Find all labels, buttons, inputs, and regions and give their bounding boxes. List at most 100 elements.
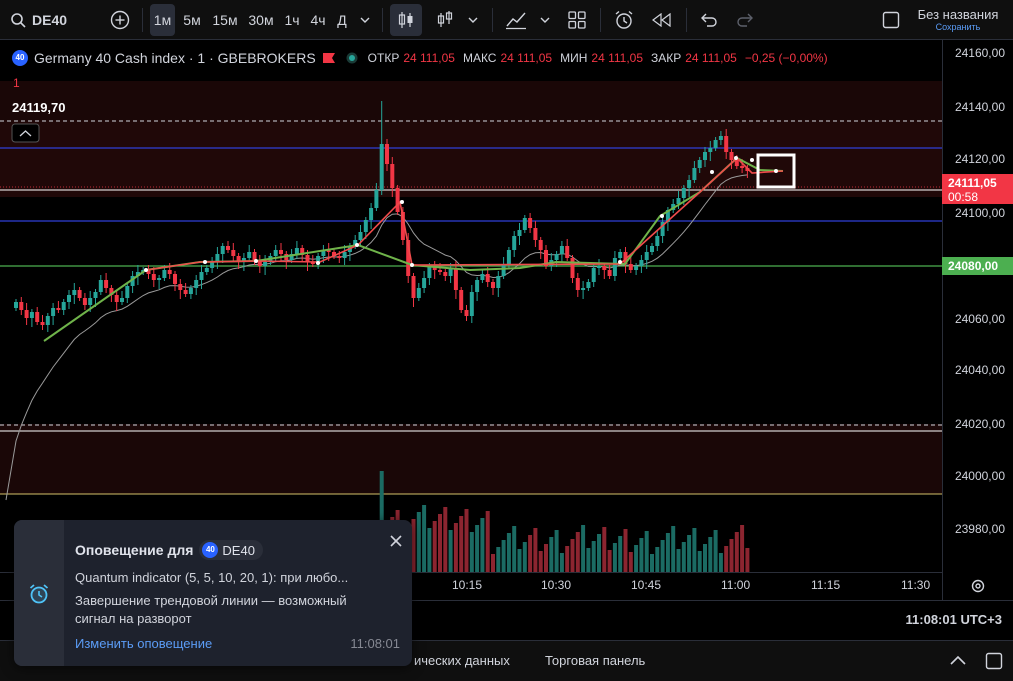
price-tick: 24040,00 [954, 363, 1005, 377]
interval-5m[interactable]: 5м [180, 0, 204, 40]
divider [492, 8, 493, 32]
alert-notification[interactable]: Оповещение для 40 DE40 Quantum indicator… [14, 520, 412, 666]
undo-icon [701, 13, 717, 27]
tab-historical-data[interactable]: ических данных [414, 653, 510, 668]
divider [686, 8, 687, 32]
volume-bar [501, 540, 506, 572]
edit-alert-link[interactable]: Изменить оповещение [75, 636, 212, 651]
candle-body [151, 274, 156, 280]
indicator-count[interactable]: 1 [13, 76, 20, 90]
candle-body [681, 188, 686, 198]
clock-timezone[interactable]: 11:08:01 UTC+3 [906, 612, 1002, 627]
candle-body [427, 266, 432, 278]
volume-bar [416, 512, 421, 572]
interval-15m[interactable]: 15м [210, 0, 240, 40]
legend-title[interactable]: Germany 40 Cash index · 1 · GBEBROKERS [34, 50, 316, 66]
candle-body [644, 252, 649, 260]
volume-bar [559, 553, 564, 572]
replay-button[interactable] [648, 0, 676, 40]
chart-type-dropdown[interactable] [464, 0, 482, 40]
candle-body [358, 232, 363, 240]
price-tick: 24060,00 [954, 312, 1005, 326]
candle-body [581, 288, 586, 290]
candle-body [416, 288, 421, 298]
volume-bar [671, 526, 676, 572]
red-zone [0, 120, 942, 197]
templates-button[interactable] [564, 0, 590, 40]
save-status[interactable]: Сохранить [910, 22, 1006, 32]
green-level-tag[interactable]: 24080,00 [942, 257, 1013, 275]
candle-body [597, 266, 601, 268]
price-chart[interactable] [0, 40, 942, 600]
tab-trading-panel[interactable]: Торговая панель [545, 653, 645, 668]
interval-1d[interactable]: Д [334, 0, 350, 40]
change-value: −0,25 (−0,00%) [744, 51, 828, 65]
interval-30m[interactable]: 30м [246, 0, 276, 40]
candle-body [385, 144, 389, 164]
volume-bar [469, 532, 474, 572]
layout-name-block[interactable]: Без названия Сохранить [910, 7, 1006, 32]
redo-button[interactable] [732, 0, 758, 40]
divider [600, 8, 601, 32]
candle-body [395, 188, 400, 212]
time-tick: 11:30 [901, 578, 931, 592]
interval-1h[interactable]: 1ч [282, 0, 302, 40]
candle-body [586, 282, 591, 288]
alert-rail [14, 520, 64, 666]
volume-bar [724, 546, 729, 572]
maximize-panel-button[interactable] [984, 651, 1004, 671]
alert-symbol: DE40 [222, 542, 255, 558]
candle-body [443, 272, 448, 276]
alert-symbol-chip[interactable]: 40 DE40 [199, 540, 263, 560]
collapse-panel-button[interactable] [948, 651, 968, 671]
time-tick: 10:15 [452, 578, 483, 592]
price-tick: 24160,00 [954, 46, 1005, 60]
undo-button[interactable] [696, 0, 722, 40]
layout-select-button[interactable] [880, 0, 902, 40]
volume-bar [554, 530, 559, 572]
alert-button[interactable] [610, 0, 638, 40]
symbol-badge: 40 [12, 50, 28, 66]
market-status-icon[interactable] [342, 52, 362, 64]
volume-bar [597, 534, 601, 572]
compare-add-button[interactable] [106, 0, 134, 40]
candle-body [114, 295, 119, 302]
volume-bar [676, 549, 681, 572]
symbol-name: DE40 [32, 12, 68, 28]
candle-body [469, 292, 474, 316]
close-alert-button[interactable] [390, 534, 402, 552]
collapse-button[interactable] [11, 123, 40, 143]
time-tick: 11:00 [721, 578, 751, 592]
price-axis[interactable]: 24160,00 24140,00 24120,00 24100,00 2406… [942, 40, 1013, 600]
candle-body [45, 316, 50, 325]
interval-1m[interactable]: 1м [150, 4, 175, 36]
volume-bar [692, 528, 697, 572]
candles-chart-type-button[interactable] [390, 4, 422, 36]
candle-body [157, 278, 162, 280]
indicators-button[interactable] [502, 0, 530, 40]
volume-bar [602, 527, 607, 572]
candle-body [480, 274, 485, 280]
candle-body [51, 308, 56, 316]
chevron-down-icon [360, 17, 370, 23]
volume-bar [734, 532, 739, 572]
candle-body [98, 280, 103, 292]
candle-body [554, 254, 559, 260]
candle-body [708, 148, 713, 152]
bars-chart-type-button[interactable] [432, 0, 458, 40]
symbol-search[interactable]: DE40 [10, 0, 120, 40]
volume-bar [581, 525, 586, 572]
interval-4h[interactable]: 4ч [308, 0, 328, 40]
chart-pane[interactable]: 40 Germany 40 Cash index · 1 · GBEBROKER… [0, 40, 942, 600]
volume-bar [459, 516, 464, 572]
open-value: 24 111,05 [403, 51, 455, 65]
interval-dropdown[interactable] [356, 0, 374, 40]
candle-body [226, 246, 230, 250]
candle-body [263, 262, 268, 266]
candle-body [162, 270, 167, 278]
flag-icon[interactable] [322, 52, 336, 64]
chart-settings-button[interactable] [968, 576, 988, 596]
candle-body [538, 240, 543, 250]
indicators-dropdown[interactable] [536, 0, 554, 40]
volume-bar [655, 547, 660, 572]
